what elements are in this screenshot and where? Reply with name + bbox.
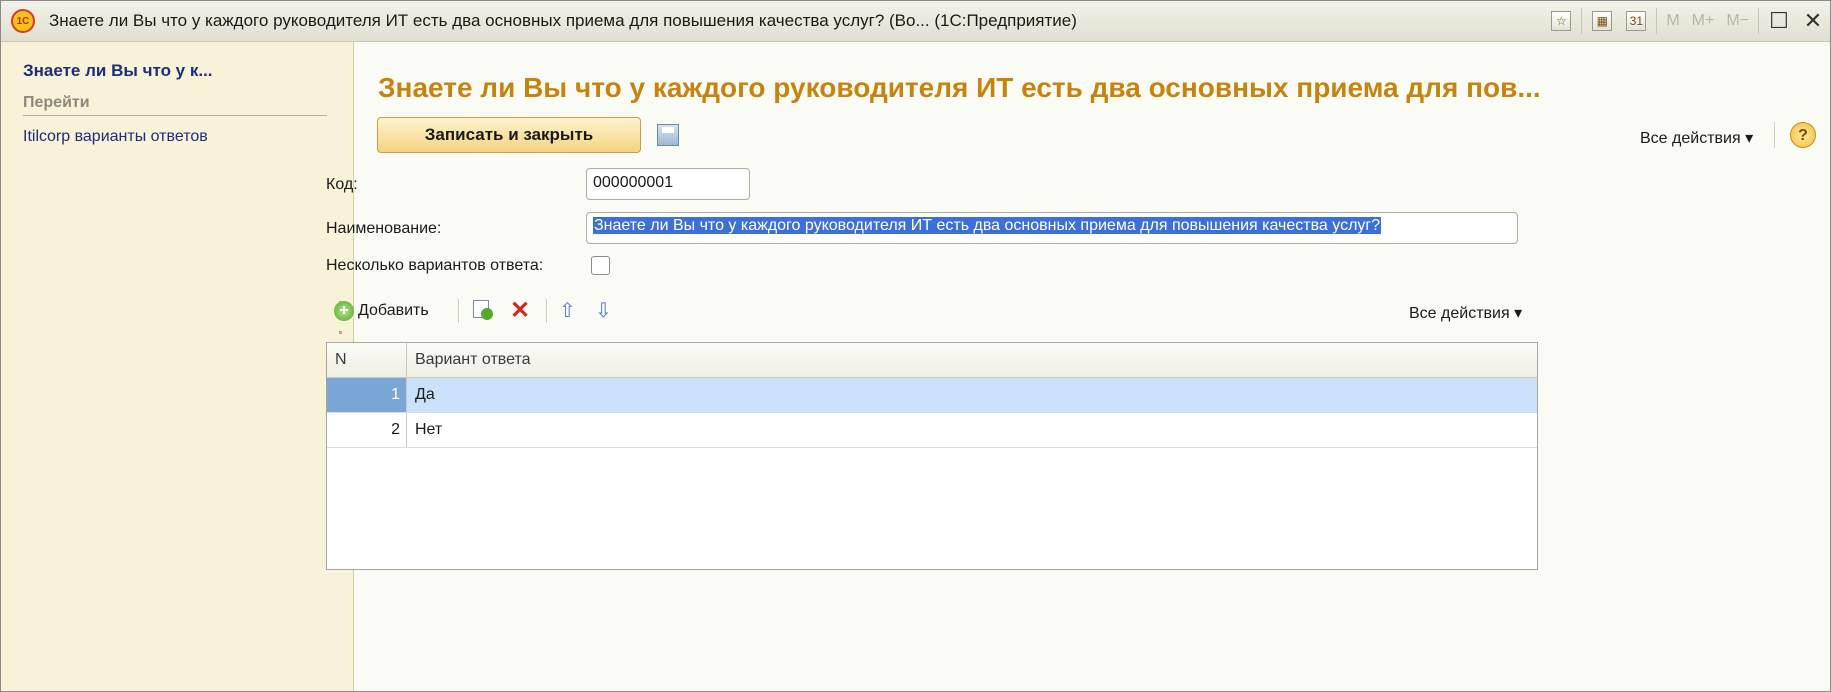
close-icon[interactable]: ✕ [1796,8,1830,34]
column-header-answer[interactable]: Вариант ответа [407,343,1537,377]
app-window: 1С Знаете ли Вы что у каждого руководите… [0,0,1831,692]
copy-plus-shape [481,308,493,320]
title-bar: 1С Знаете ли Вы что у каждого руководите… [1,1,1830,42]
1c-logo-icon[interactable]: 1С [11,9,35,33]
favorites-icon[interactable]: ☆ [1551,11,1572,31]
row-number-cell[interactable]: 1 [327,378,407,412]
memory-plus-button[interactable]: M+ [1692,12,1715,30]
toolbar-divider [1581,8,1583,34]
answer-variants-table[interactable]: N Вариант ответа 1 Да 2 Нет [326,342,1538,570]
add-row-label: Добавить [358,302,429,319]
all-actions-menu[interactable]: Все действия ▾ [1640,128,1753,148]
nav-link-answer-variants[interactable]: Itilcorp варианты ответов [23,128,208,146]
calendar-icon[interactable]: 31 [1626,11,1647,31]
toolbar-divider [458,299,459,323]
name-field[interactable]: Знаете ли Вы что у каждого руководителя … [586,212,1518,244]
title-bar-tools: ☆ ▦ 31 M M+ M− ☐ ✕ [1544,1,1830,41]
table-header: N Вариант ответа [327,343,1537,378]
name-label: Наименование: [326,220,442,237]
maximize-icon[interactable]: ☐ [1762,8,1796,34]
column-header-n[interactable]: N [327,343,407,377]
form-title: Знаете ли Вы что у каждого руководителя … [378,72,1541,103]
table-row[interactable]: 2 Нет [327,413,1537,448]
navigation-panel: Знаете ли Вы что у к... Перейти Itilcorp… [1,42,354,691]
memory-m-button[interactable]: M [1666,12,1679,30]
nav-panel-title[interactable]: Знаете ли Вы что у к... [23,61,333,81]
save-and-close-button[interactable]: Записать и закрыть [377,117,641,153]
multiple-answers-label: Несколько вариантов ответа: [326,257,544,274]
add-row-button[interactable]: + Добавить [334,301,429,321]
toolbar-divider [546,299,547,323]
copy-row-icon[interactable] [473,300,493,320]
answer-cell[interactable]: Да [407,378,1537,412]
calculator-icon[interactable]: ▦ [1592,11,1613,31]
table-all-actions-menu[interactable]: Все действия ▾ [1409,303,1522,323]
save-icon[interactable] [657,124,679,146]
name-field-selected-text: Знаете ли Вы что у каждого руководителя … [593,217,1382,234]
move-down-icon[interactable]: ⇩ [595,301,612,321]
window-title: Знаете ли Вы что у каждого руководителя … [49,11,1077,30]
move-up-icon[interactable]: ⇧ [559,301,576,321]
add-icon: + [334,301,354,321]
splitter-grip[interactable] [339,331,342,334]
toolbar-divider [1656,8,1658,34]
delete-row-icon[interactable]: ✕ [510,299,530,323]
memory-minus-button[interactable]: M− [1726,12,1749,30]
nav-section-header: Перейти [23,94,327,116]
toolbar-divider [1758,8,1759,34]
table-row[interactable]: 1 Да [327,378,1537,413]
answer-cell[interactable]: Нет [407,413,1537,447]
multiple-answers-checkbox[interactable] [591,256,610,275]
code-label: Код: [326,176,358,193]
toolbar-divider [1774,122,1775,148]
row-number-cell[interactable]: 2 [327,413,407,447]
code-field[interactable]: 000000001 [586,168,750,200]
help-icon[interactable]: ? [1790,122,1816,148]
